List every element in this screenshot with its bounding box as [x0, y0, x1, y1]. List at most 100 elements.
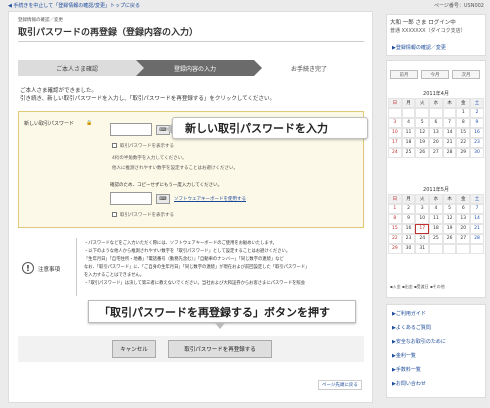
calendar-day[interactable]: 10 — [388, 128, 402, 138]
calendar-day[interactable]: 5 — [442, 204, 457, 214]
show-password-checkbox[interactable] — [112, 143, 117, 148]
calendar-day[interactable]: 28 — [470, 234, 484, 244]
calendar-day[interactable]: 2 — [470, 108, 484, 118]
calendar-day[interactable]: 23 — [470, 138, 484, 148]
calendar-day[interactable]: 5 — [415, 118, 430, 128]
calendar-day[interactable]: 18 — [401, 138, 416, 148]
reregister-password-button[interactable]: 取引パスワードを再登録する — [168, 340, 272, 358]
calendar-day[interactable]: 7 — [470, 204, 484, 214]
calendar-day[interactable]: 29 — [388, 244, 402, 254]
calendar-day[interactable]: 20 — [429, 138, 443, 148]
weekday-label: 水 — [429, 98, 443, 108]
note-line: ・パスワードなどをご入力いただく際には、ソフトウェアキーボードのご使用をお勧めい… — [84, 241, 277, 246]
calendar-week: 24 25 26 27 28 29 30 — [388, 148, 484, 158]
this-month-button[interactable]: 今月 — [421, 70, 449, 79]
calendar-day — [429, 244, 443, 254]
prev-month-button[interactable]: 前月 — [390, 70, 418, 79]
next-month-button[interactable]: 次月 — [452, 70, 480, 79]
cancel-button[interactable]: キャンセル — [112, 340, 156, 358]
calendar-day[interactable]: 3 — [415, 204, 430, 214]
weekday-label: 水 — [429, 194, 443, 204]
weekday-label: 金 — [456, 98, 471, 108]
show-password-checkbox-2[interactable] — [112, 212, 117, 217]
calendar-day[interactable]: 22 — [388, 234, 402, 244]
calendar-day[interactable]: 30 — [401, 244, 416, 254]
calendar-day[interactable]: 17 — [415, 224, 430, 234]
calendar-day[interactable]: 4 — [401, 118, 416, 128]
back-to-top-button[interactable]: ページ先頭に戻る — [318, 380, 362, 390]
side-link-fees[interactable]: ▶手数料一覧 — [392, 366, 421, 373]
calendar-day[interactable]: 23 — [401, 234, 416, 244]
calendar-day[interactable]: 24 — [415, 234, 430, 244]
calendar-day[interactable]: 8 — [388, 214, 402, 224]
calendar-day[interactable]: 21 — [442, 138, 457, 148]
calendar-day[interactable]: 24 — [388, 148, 402, 158]
calendar-day[interactable]: 1 — [456, 108, 471, 118]
page-title: 取引パスワードの再登録（登録内容の入力） — [18, 28, 199, 38]
side-link-faq[interactable]: ▶よくあるご質問 — [392, 324, 431, 331]
back-to-top-link[interactable]: ◀ 手続きを中止して「登録情報の確認/変更」トップに戻る — [8, 2, 140, 9]
calendar-day — [442, 244, 457, 254]
step-arrow — [136, 60, 144, 76]
calendar-day[interactable]: 28 — [442, 148, 457, 158]
registration-info-link[interactable]: ▶登録情報の確認／変更 — [392, 44, 446, 51]
calendar-day[interactable]: 13 — [429, 128, 443, 138]
calendar-day[interactable]: 3 — [388, 118, 402, 128]
calendar-day[interactable]: 6 — [429, 118, 443, 128]
calendar-day[interactable]: 11 — [401, 128, 416, 138]
keyboard-icon[interactable]: ⌨ — [156, 194, 170, 204]
step-identity-check: ご本人さま確認 — [18, 60, 136, 76]
calendar-day[interactable]: 14 — [470, 214, 484, 224]
calendar-day[interactable]: 15 — [388, 224, 402, 234]
calendar-day[interactable]: 1 — [388, 204, 402, 214]
calendar-day[interactable]: 30 — [470, 148, 484, 158]
calendar-day[interactable]: 27 — [429, 148, 443, 158]
calendar-day[interactable]: 16 — [401, 224, 416, 234]
calendar-day[interactable]: 8 — [456, 118, 471, 128]
side-link-contact[interactable]: ▶お問い合わせ — [392, 380, 426, 387]
note-line: ・「取引パスワード」は決して第三者に教えないでください。当社および大和証券からお… — [84, 281, 306, 286]
side-link-guide[interactable]: ▶ご利用ガイド — [392, 310, 426, 317]
callout-press-button: 「取引パスワードを再登録する」ボタンを押す — [88, 300, 356, 323]
calendar-day[interactable]: 6 — [456, 204, 471, 214]
warning-icon: ! — [22, 262, 34, 274]
weekday-label: 土 — [470, 194, 484, 204]
side-link-security[interactable]: ▶安全なお取引のために — [392, 338, 446, 345]
calendar-day[interactable]: 25 — [429, 234, 443, 244]
calendar-day[interactable]: 12 — [415, 128, 430, 138]
calendar-weekday-header: 日月火水木金土 — [388, 98, 484, 108]
calendar-day[interactable]: 12 — [442, 214, 457, 224]
calendar-day[interactable]: 4 — [429, 204, 443, 214]
calendar-day[interactable]: 2 — [401, 204, 416, 214]
note-line: ・以下のような他人から推測されやすい数字を「取引パスワード」として設定することは… — [84, 249, 291, 254]
calendar-week: 22 23 24 25 26 27 28 — [388, 234, 484, 244]
calendar-day[interactable]: 20 — [456, 224, 471, 234]
calendar-day[interactable]: 26 — [442, 234, 457, 244]
calendar-day[interactable]: 11 — [429, 214, 443, 224]
calendar-day[interactable]: 15 — [456, 128, 471, 138]
calendar-day[interactable]: 26 — [415, 148, 430, 158]
side-link-rates[interactable]: ▶金利一覧 — [392, 352, 416, 359]
calendar-day[interactable]: 7 — [442, 118, 457, 128]
calendar-day[interactable]: 22 — [456, 138, 471, 148]
new-password-input[interactable] — [110, 123, 152, 136]
calendar-day[interactable]: 18 — [429, 224, 443, 234]
soft-keyboard-link[interactable]: ソフトウェアキーボードを使用する — [174, 196, 246, 202]
calendar-day[interactable]: 25 — [401, 148, 416, 158]
calendar-day[interactable]: 17 — [388, 138, 402, 148]
calendar-day[interactable]: 9 — [470, 118, 484, 128]
calendar-day[interactable]: 31 — [415, 244, 430, 254]
calendar-day[interactable]: 9 — [401, 214, 416, 224]
calendar-day[interactable]: 14 — [442, 128, 457, 138]
calendar-day[interactable]: 21 — [470, 224, 484, 234]
calendar-day[interactable]: 19 — [415, 138, 430, 148]
confirm-password-input[interactable] — [110, 192, 152, 205]
weekday-label: 月 — [401, 194, 416, 204]
calendar-day[interactable]: 16 — [470, 128, 484, 138]
calendar-day[interactable]: 13 — [456, 214, 471, 224]
calendar-day[interactable]: 19 — [442, 224, 457, 234]
calendar-day[interactable]: 10 — [415, 214, 430, 224]
calendar-day[interactable]: 29 — [456, 148, 471, 158]
calendar-day[interactable]: 27 — [456, 234, 471, 244]
calendar-week: 8 9 10 11 12 13 14 — [388, 214, 484, 224]
